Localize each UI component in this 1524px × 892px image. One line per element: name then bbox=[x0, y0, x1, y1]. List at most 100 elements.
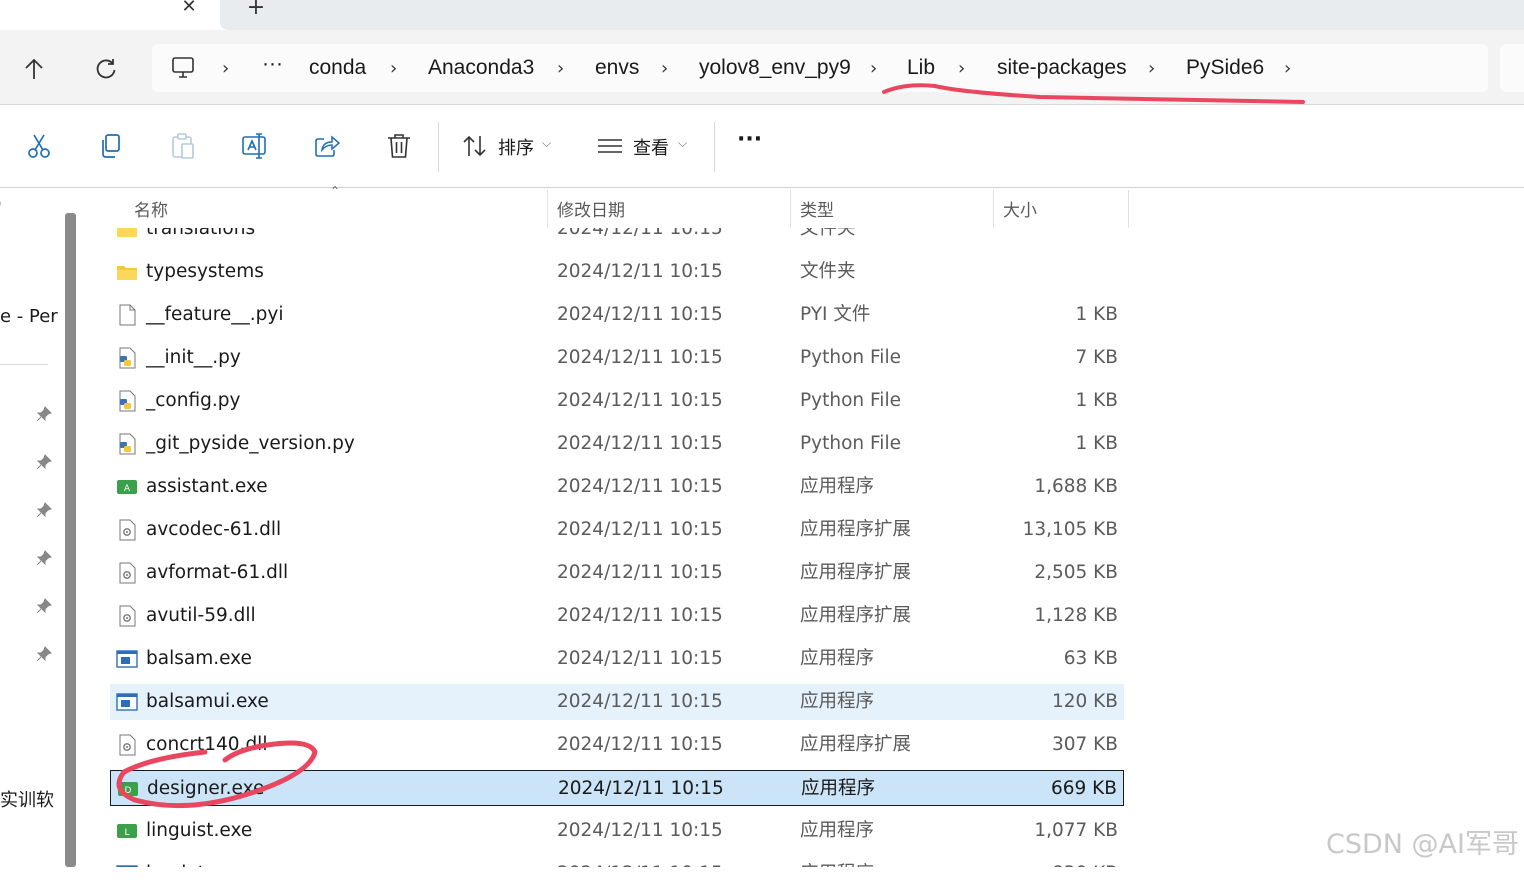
this-pc-icon[interactable] bbox=[170, 56, 196, 80]
rename-icon[interactable] bbox=[240, 131, 270, 161]
file-row[interactable]: __feature__.pyi 2024/12/11 10:15 PYI 文件 1 K… bbox=[110, 297, 1124, 333]
view-list-icon[interactable] bbox=[595, 131, 625, 161]
chevron-right-icon[interactable]: › bbox=[958, 58, 965, 79]
file-row[interactable]: _config.py 2024/12/11 10:15 Python File 1 K… bbox=[110, 383, 1124, 419]
window-app-icon bbox=[116, 863, 138, 867]
column-divider[interactable] bbox=[1128, 190, 1129, 228]
delete-icon[interactable] bbox=[384, 131, 414, 161]
toolbar-divider bbox=[438, 122, 439, 172]
column-header-date[interactable]: 修改日期 bbox=[557, 196, 625, 221]
column-divider[interactable] bbox=[993, 190, 994, 228]
file-modified-date: 2024/12/11 10:15 bbox=[557, 519, 723, 540]
chevron-right-icon[interactable]: › bbox=[222, 58, 229, 79]
chevron-right-icon[interactable]: › bbox=[870, 58, 877, 79]
cut-icon[interactable] bbox=[24, 131, 54, 161]
sort-icon[interactable] bbox=[460, 131, 490, 161]
dll-file-icon bbox=[116, 562, 138, 584]
file-size: 7 KB bbox=[1075, 347, 1118, 368]
search-box-edge[interactable] bbox=[1500, 44, 1524, 92]
file-row[interactable]: avformat-61.dll 2024/12/11 10:15 应用程序扩展 2,5… bbox=[110, 555, 1124, 591]
breadcrumb-envs[interactable]: envs bbox=[595, 56, 639, 80]
file-size: 830 KB bbox=[1051, 863, 1118, 884]
file-type: 应用程序 bbox=[800, 648, 875, 669]
file-modified-date: 2024/12/11 10:15 bbox=[557, 390, 723, 411]
breadcrumb-env[interactable]: yolov8_env_py9 bbox=[699, 56, 851, 80]
file-size: 1 KB bbox=[1075, 304, 1118, 325]
file-size: 2,505 KB bbox=[1034, 562, 1118, 583]
close-tab-icon[interactable]: ✕ bbox=[176, 0, 202, 22]
file-type: Python File bbox=[800, 390, 901, 411]
breadcrumb-pyside6[interactable]: PySide6 bbox=[1186, 56, 1264, 80]
file-row[interactable]: Llinguist.exe 2024/12/11 10:15 应用程序 1,077 K… bbox=[110, 813, 1124, 849]
file-type: 应用程序扩展 bbox=[800, 519, 912, 540]
refresh-icon[interactable] bbox=[92, 55, 120, 83]
file-size: 1,688 KB bbox=[1034, 476, 1118, 497]
file-row[interactable]: avutil-59.dll 2024/12/11 10:15 应用程序扩展 1,128… bbox=[110, 598, 1124, 634]
dll-file-icon bbox=[116, 734, 138, 756]
breadcrumb-lib[interactable]: Lib bbox=[907, 56, 935, 80]
file-size: 63 KB bbox=[1063, 648, 1118, 669]
file-name: lupdate.exe bbox=[146, 863, 256, 884]
file-modified-date: 2024/12/11 10:15 bbox=[557, 476, 723, 497]
share-icon[interactable] bbox=[312, 131, 342, 161]
file-row[interactable]: typesystems 2024/12/11 10:15 文件夹 bbox=[110, 254, 1124, 290]
paste-icon[interactable] bbox=[168, 131, 198, 161]
file-name: assistant.exe bbox=[146, 476, 268, 497]
file-modified-date: 2024/12/11 10:15 bbox=[557, 820, 723, 841]
file-name: _config.py bbox=[146, 390, 241, 411]
file-name: balsamui.exe bbox=[146, 691, 269, 712]
breadcrumb-conda[interactable]: conda bbox=[309, 56, 366, 80]
file-size: 120 KB bbox=[1051, 691, 1118, 712]
sort-ascending-icon: ⌃ bbox=[330, 184, 341, 198]
folder-icon bbox=[116, 261, 138, 283]
assistant-app-icon: A bbox=[116, 476, 138, 498]
column-divider[interactable] bbox=[547, 190, 548, 228]
file-name: avformat-61.dll bbox=[146, 562, 289, 583]
file-row[interactable]: balsam.exe 2024/12/11 10:15 应用程序 63 KB bbox=[110, 641, 1124, 677]
column-header-name[interactable]: 名称 bbox=[134, 196, 168, 221]
up-arrow-icon[interactable] bbox=[20, 55, 48, 83]
chevron-right-icon[interactable]: › bbox=[1148, 58, 1155, 79]
python-file-icon bbox=[116, 347, 138, 369]
window-app-icon bbox=[116, 648, 138, 670]
view-button[interactable]: 查看 bbox=[633, 134, 669, 160]
file-row[interactable]: balsamui.exe 2024/12/11 10:15 应用程序 120 KB bbox=[110, 684, 1124, 720]
python-file-icon bbox=[116, 390, 138, 412]
file-row[interactable]: _git_pyside_version.py 2024/12/11 10:15 Py… bbox=[110, 426, 1124, 462]
breadcrumb-more[interactable]: ··· bbox=[262, 52, 283, 76]
file-size: 669 KB bbox=[1050, 778, 1117, 799]
file-name: __feature__.pyi bbox=[146, 304, 284, 325]
copy-icon[interactable] bbox=[96, 131, 126, 161]
file-size: 1 KB bbox=[1075, 433, 1118, 454]
file-row[interactable]: Aassistant.exe 2024/12/11 10:15 应用程序 1,688 … bbox=[110, 469, 1124, 505]
window-app-icon bbox=[116, 691, 138, 713]
chevron-right-icon[interactable]: › bbox=[1284, 58, 1291, 79]
file-name: designer.exe bbox=[147, 778, 265, 799]
file-row[interactable]: lupdate.exe 2024/12/11 10:15 应用程序 830 KB bbox=[110, 856, 1124, 884]
python-file-icon bbox=[116, 433, 138, 455]
file-row[interactable]: avcodec-61.dll 2024/12/11 10:15 应用程序扩展 13,1… bbox=[110, 512, 1124, 548]
chevron-down-icon[interactable]: ⌵ bbox=[542, 136, 551, 151]
chevron-right-icon[interactable]: › bbox=[390, 58, 397, 79]
new-tab-icon[interactable]: + bbox=[244, 0, 268, 21]
breadcrumb-anaconda3[interactable]: Anaconda3 bbox=[428, 56, 534, 80]
svg-text:L: L bbox=[124, 828, 129, 838]
file-modified-date: 2024/12/11 10:15 bbox=[558, 778, 724, 799]
file-row[interactable]: Ddesigner.exe 2024/12/11 10:15 应用程序 669 KB bbox=[110, 770, 1124, 806]
sort-button[interactable]: 排序 bbox=[498, 134, 534, 160]
tab-bar-background bbox=[220, 0, 1524, 30]
column-header-type[interactable]: 类型 bbox=[800, 196, 834, 221]
chevron-right-icon[interactable]: › bbox=[557, 58, 564, 79]
file-row[interactable]: __init__.py 2024/12/11 10:15 Python File 7 … bbox=[110, 340, 1124, 376]
more-options-button[interactable]: ··· bbox=[737, 127, 762, 152]
file-type: PYI 文件 bbox=[800, 304, 871, 325]
file-type: 应用程序 bbox=[800, 691, 875, 712]
chevron-down-icon[interactable]: ⌵ bbox=[678, 136, 687, 151]
column-divider[interactable] bbox=[790, 190, 791, 228]
breadcrumb-site-packages[interactable]: site-packages bbox=[997, 56, 1127, 80]
column-header-size[interactable]: 大小 bbox=[1003, 196, 1037, 221]
file-row[interactable]: concrt140.dll 2024/12/11 10:15 应用程序扩展 307 K… bbox=[110, 727, 1124, 763]
designer-app-icon: D bbox=[117, 778, 139, 800]
chevron-right-icon[interactable]: › bbox=[661, 58, 668, 79]
file-modified-date: 2024/12/11 10:15 bbox=[557, 648, 723, 669]
